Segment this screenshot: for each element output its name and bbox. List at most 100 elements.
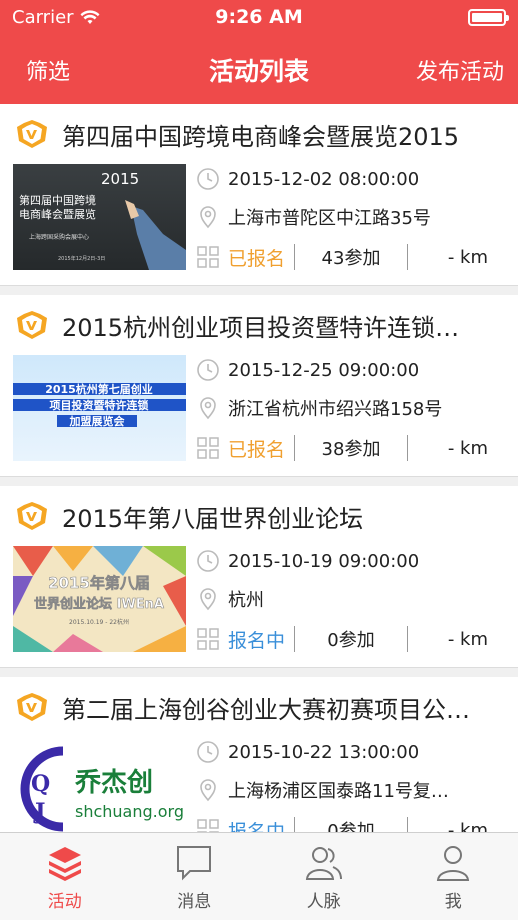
event-title: 2015杭州创业项目投资暨特许连锁… [62, 313, 460, 342]
tab-bar: 活动 消息 人脉 我 [0, 832, 518, 920]
event-title-row: 第二届上海创谷创业大赛初赛项目公… [14, 689, 509, 725]
tab-messages[interactable]: 消息 [130, 833, 260, 920]
event-title-row: 第四届中国跨境电商峰会暨展览2015 [14, 116, 509, 152]
event-distance: - km [447, 437, 488, 459]
event-thumbnail: 2015年第八届 世界创业论坛 IWEnA 2015.10.19 - 22杭州 [13, 546, 186, 652]
event-info: 2015-10-22 13:00:00 上海杨浦区国泰路11号复… 报名中 0参… [196, 737, 506, 832]
datetime-row: 2015-12-25 09:00:00 [196, 355, 506, 385]
publish-event-button[interactable]: 发布活动 [416, 54, 504, 86]
event-title: 第四届中国跨境电商峰会暨展览2015 [62, 122, 460, 151]
stats-row: 报名中 0参加 - km [196, 815, 506, 832]
location-row: 杭州 [196, 584, 506, 614]
chat-bubble-icon [177, 846, 212, 881]
profile-icon [437, 846, 470, 881]
thumb-line2: 电商峰会暨展览 [19, 207, 96, 221]
grid-icon [197, 246, 219, 268]
event-distance: - km [447, 246, 488, 268]
vip-badge-icon [17, 693, 47, 721]
event-title: 2015年第八届世界创业论坛 [62, 504, 364, 533]
grid-icon [197, 628, 219, 650]
stats-row: 报名中 0参加 - km [196, 624, 506, 654]
grid-icon [197, 437, 219, 459]
tab-label: 我 [444, 892, 462, 912]
datetime-row: 2015-10-22 13:00:00 [196, 737, 506, 767]
thumb-date: 2015.10.19 - 22杭州 [69, 618, 129, 626]
vip-badge-icon [17, 311, 47, 339]
event-location: 浙江省杭州市绍兴路158号 [228, 399, 443, 420]
event-distance: - km [447, 628, 488, 650]
event-list[interactable]: 第四届中国跨境电商峰会暨展览2015 2015 第四届中国跨境 电商峰会暨展览 … [0, 104, 518, 832]
navigation-bar: 筛选 活动列表 发布活动 [0, 34, 518, 104]
thumb-line1: 2015杭州第七届创业 [45, 382, 153, 396]
location-pin-icon [200, 588, 216, 611]
clock-icon [197, 168, 219, 190]
event-thumbnail: Q J 乔杰创 shchuang.org [13, 737, 186, 832]
grid-icon [197, 819, 219, 832]
event-card[interactable]: 第二届上海创谷创业大赛初赛项目公… Q J 乔杰创 shchuang.org 2… [0, 677, 518, 832]
stats-row: 已报名 38参加 - km [196, 433, 506, 463]
location-pin-icon [200, 779, 216, 802]
event-info: 2015-12-25 09:00:00 浙江省杭州市绍兴路158号 已报名 38… [196, 355, 506, 461]
thumb-date: 2015年12月2日-3日 [58, 255, 105, 262]
event-datetime: 2015-12-25 09:00:00 [228, 359, 420, 381]
filter-button[interactable]: 筛选 [26, 54, 70, 86]
participant-count: 0参加 [327, 630, 375, 651]
participant-count: 43参加 [321, 248, 381, 269]
event-datetime: 2015-12-02 08:00:00 [228, 168, 420, 190]
event-location: 上海市普陀区中江路35号 [228, 208, 431, 229]
battery-icon [468, 9, 509, 26]
vip-badge-icon [17, 502, 47, 530]
event-datetime: 2015-10-22 13:00:00 [228, 741, 420, 763]
event-datetime: 2015-10-19 09:00:00 [228, 550, 420, 572]
clock-icon [197, 741, 219, 763]
thumb-logo-j: J [33, 799, 45, 825]
tab-label: 消息 [177, 892, 212, 912]
location-row: 上海杨浦区国泰路11号复… [196, 775, 506, 805]
event-info: 2015-10-19 09:00:00 杭州 报名中 0参加 - km [196, 546, 506, 652]
datetime-row: 2015-10-19 09:00:00 [196, 546, 506, 576]
thumb-domain: shchuang.org [75, 802, 184, 821]
location-pin-icon [200, 397, 216, 420]
vip-badge-icon [17, 120, 47, 148]
clock-icon [197, 359, 219, 381]
clock-icon [197, 550, 219, 572]
event-location: 杭州 [228, 590, 264, 611]
event-thumbnail: 2015杭州第七届创业 项目投资暨特许连锁 加盟展览会 [13, 355, 186, 461]
thumb-line1: 2015年第八届 [48, 574, 150, 592]
event-thumbnail: 2015 第四届中国跨境 电商峰会暨展览 上海跨国采购会展中心 2015年12月… [13, 164, 186, 270]
registration-status: 报名中 [228, 629, 286, 652]
tab-label: 人脉 [306, 892, 341, 912]
app-header: Carrier 9:26 AM 筛选 活动列表 发布活动 [0, 0, 518, 104]
datetime-row: 2015-12-02 08:00:00 [196, 164, 506, 194]
participant-count: 0参加 [327, 821, 375, 832]
tab-me[interactable]: 我 [389, 833, 518, 920]
registration-status: 已报名 [228, 438, 286, 461]
stats-row: 已报名 43参加 - km [196, 242, 506, 272]
event-card[interactable]: 第四届中国跨境电商峰会暨展览2015 2015 第四届中国跨境 电商峰会暨展览 … [0, 104, 518, 286]
thumb-logo-q: Q [31, 771, 50, 797]
thumb-org: 上海跨国采购会展中心 [29, 233, 89, 241]
location-row: 浙江省杭州市绍兴路158号 [196, 393, 506, 423]
registration-status: 已报名 [228, 247, 286, 270]
event-card[interactable]: 2015杭州创业项目投资暨特许连锁… 2015杭州第七届创业 项目投资暨特许连锁… [0, 295, 518, 477]
location-row: 上海市普陀区中江路35号 [196, 202, 506, 232]
event-title: 第二届上海创谷创业大赛初赛项目公… [62, 695, 470, 724]
event-card[interactable]: 2015年第八届世界创业论坛 2015年第八届 世界创业论坛 IWEnA 201… [0, 486, 518, 668]
event-distance: - km [447, 819, 488, 833]
thumb-year: 2015 [101, 170, 139, 188]
participant-count: 38参加 [321, 439, 381, 460]
stack-icon [48, 847, 81, 881]
thumb-line2: 项目投资暨特许连锁 [50, 398, 149, 412]
thumb-brand: 乔杰创 [74, 768, 153, 798]
thumb-line1: 第四届中国跨境 [19, 193, 96, 207]
tab-label: 活动 [47, 892, 82, 912]
tab-contacts[interactable]: 人脉 [259, 833, 389, 920]
clock: 9:26 AM [215, 6, 303, 28]
event-info: 2015-12-02 08:00:00 上海市普陀区中江路35号 已报名 43参… [196, 164, 506, 270]
location-pin-icon [200, 206, 216, 229]
tab-activities[interactable]: 活动 [0, 833, 130, 920]
thumb-line3: 加盟展览会 [69, 414, 126, 428]
thumb-line2: 世界创业论坛 IWEnA [34, 596, 164, 612]
status-bar: Carrier 9:26 AM [0, 0, 518, 34]
contacts-icon [305, 847, 342, 880]
